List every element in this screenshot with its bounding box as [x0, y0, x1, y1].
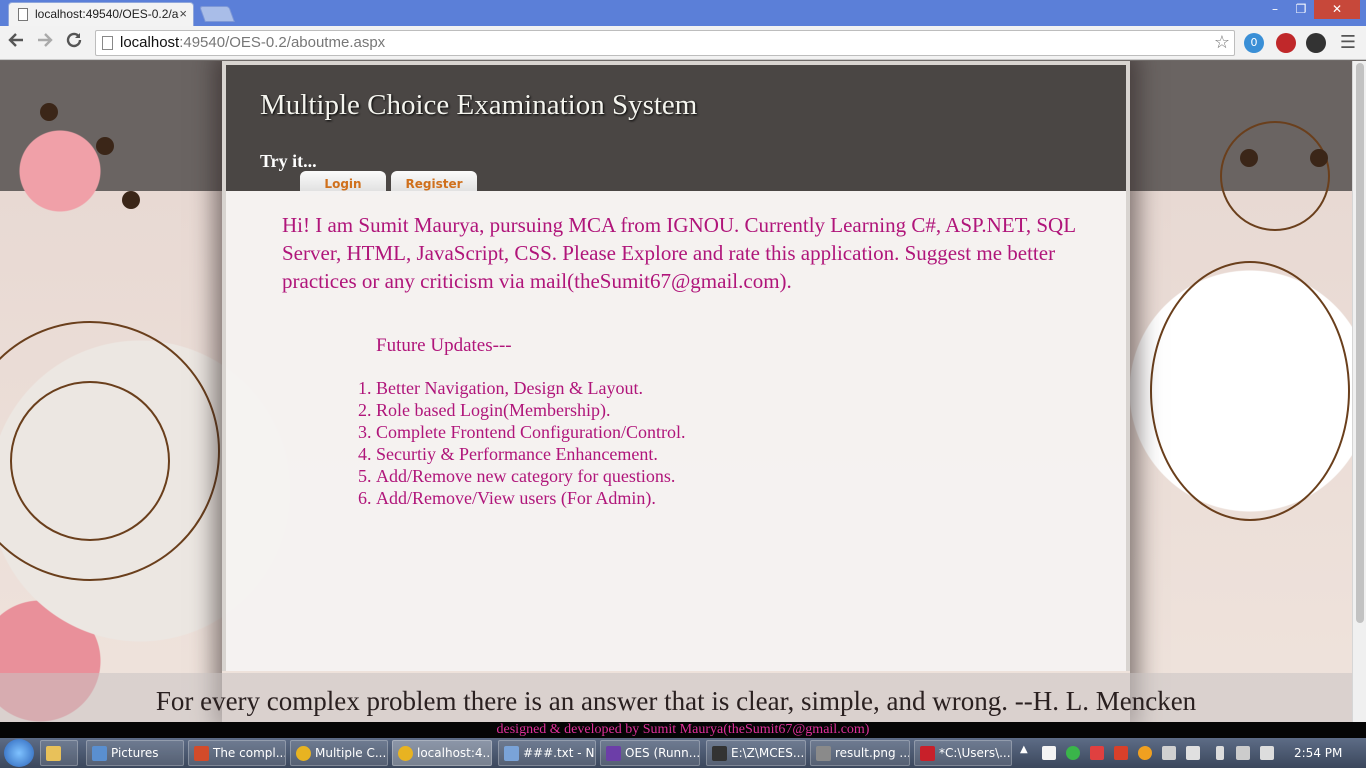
browser-tab-active[interactable]: localhost:49540/OES-0.2/a × — [8, 2, 194, 26]
image-viewer-icon — [816, 746, 831, 761]
minimize-button[interactable]: – — [1262, 0, 1288, 19]
taskbar-label: result.png ... — [835, 746, 910, 760]
page-viewport: Multiple Choice Examination System Try i… — [0, 61, 1352, 722]
intro-paragraph: Hi! I am Sumit Maurya, pursuing MCA from… — [282, 213, 1076, 293]
tray-app-icon[interactable] — [1162, 746, 1176, 760]
page-icon — [18, 8, 28, 21]
address-url: localhost:49540/OES-0.2/aboutme.aspx — [120, 34, 386, 51]
taskbar-label: E:\Z\MCES... — [731, 746, 805, 760]
folder-icon — [46, 746, 61, 761]
taskbar-item-chrome-2[interactable]: localhost:4... — [392, 740, 492, 766]
window-controls: – ❐ ✕ — [1262, 0, 1360, 20]
list-item: Add/Remove/View users (For Admin). — [376, 487, 685, 509]
tray-expand-icon[interactable]: ▲ — [1020, 744, 1028, 755]
new-tab-button[interactable] — [199, 6, 235, 22]
page-info-icon[interactable] — [102, 36, 113, 50]
site-title: Multiple Choice Examination System — [260, 89, 698, 121]
berry-decoration — [1240, 149, 1258, 167]
pictures-icon — [92, 746, 107, 761]
list-item: Better Navigation, Design & Layout. — [376, 377, 685, 399]
future-updates-list: Better Navigation, Design & Layout. Role… — [376, 377, 685, 509]
close-window-button[interactable]: ✕ — [1314, 0, 1360, 19]
tab-close-icon[interactable]: × — [179, 6, 187, 21]
main-container: Multiple Choice Examination System Try i… — [222, 61, 1130, 722]
terminal-icon — [712, 746, 727, 761]
page-footer: designed & developed by Sumit Maurya(the… — [0, 722, 1366, 738]
volume-icon[interactable] — [1260, 746, 1274, 760]
scrollbar-thumb[interactable] — [1356, 63, 1364, 623]
clock-extension-icon[interactable] — [1306, 33, 1326, 53]
tray-app-icon[interactable] — [1138, 746, 1152, 760]
tray-app-icon[interactable] — [1114, 746, 1128, 760]
floral-decoration — [1220, 121, 1330, 231]
taskbar-clock[interactable]: 2:54 PM — [1294, 746, 1342, 760]
browser-titlebar: localhost:49540/OES-0.2/a × – ❐ ✕ — [0, 0, 1366, 26]
taskbar-label: ###.txt - N... — [523, 746, 595, 760]
taskbar-item-cmd[interactable]: E:\Z\MCES... — [706, 740, 806, 766]
bookmark-star-icon[interactable]: ☆ — [1214, 32, 1230, 53]
site-tagline: Try it... — [260, 151, 317, 171]
taskbar-item-editor[interactable]: *C:\Users\... — [914, 740, 1012, 766]
windows-taskbar: Pictures The compl... Multiple C... loca… — [0, 738, 1366, 768]
quote-text: For every complex problem there is an an… — [155, 686, 1197, 716]
floral-decoration — [10, 381, 170, 541]
tab-title: localhost:49540/OES-0.2/a — [35, 7, 179, 21]
berry-decoration — [1310, 149, 1328, 167]
site-header: Multiple Choice Examination System Try i… — [222, 61, 1130, 195]
notepad-icon — [504, 746, 519, 761]
list-item: Add/Remove new category for questions. — [376, 465, 685, 487]
reload-icon[interactable] — [62, 31, 86, 55]
tray-app-icon[interactable] — [1066, 746, 1080, 760]
restore-button[interactable]: ❐ — [1288, 0, 1314, 19]
taskbar-label: localhost:4... — [417, 746, 492, 760]
taskbar-label: *C:\Users\... — [939, 746, 1011, 760]
forward-arrow-icon[interactable] — [33, 31, 57, 55]
battery-icon[interactable] — [1216, 746, 1224, 760]
list-item: Securtiy & Performance Enhancement. — [376, 443, 685, 465]
wifi-icon[interactable] — [1236, 746, 1250, 760]
pdf-icon — [194, 746, 209, 761]
taskbar-item-pictures[interactable]: Pictures — [86, 740, 184, 766]
berry-decoration — [122, 191, 140, 209]
network-icon[interactable] — [1186, 746, 1200, 760]
chrome-icon — [296, 746, 311, 761]
back-arrow-icon[interactable] — [4, 31, 28, 55]
taskbar-label: Pictures — [111, 746, 159, 760]
adblock-extension-icon[interactable] — [1276, 33, 1296, 53]
taskbar-label: The compl... — [213, 746, 286, 760]
start-button[interactable] — [4, 739, 34, 767]
berry-decoration — [96, 137, 114, 155]
list-item: Role based Login(Membership). — [376, 399, 685, 421]
extension-badge-icon[interactable]: 0 — [1244, 33, 1264, 53]
taskbar-item-pdf[interactable]: The compl... — [188, 740, 286, 766]
address-bar[interactable]: localhost:49540/OES-0.2/aboutme.aspx ☆ — [95, 30, 1235, 56]
chrome-icon — [398, 746, 413, 761]
taskbar-item-explorer[interactable] — [40, 740, 78, 766]
hamburger-menu-icon[interactable]: ☰ — [1336, 31, 1360, 55]
taskbar-item-notepad[interactable]: ###.txt - N... — [498, 740, 596, 766]
content-panel: Hi! I am Sumit Maurya, pursuing MCA from… — [222, 191, 1130, 671]
taskbar-item-image[interactable]: result.png ... — [810, 740, 910, 766]
floral-decoration — [1150, 261, 1350, 521]
editor-icon — [920, 746, 935, 761]
taskbar-item-chrome-1[interactable]: Multiple C... — [290, 740, 388, 766]
tray-app-icon[interactable] — [1090, 746, 1104, 760]
tray-app-icon[interactable] — [1042, 746, 1056, 760]
taskbar-label: OES (Runn... — [625, 746, 700, 760]
system-tray: ▲ — [1020, 738, 1290, 768]
visual-studio-icon — [606, 746, 621, 761]
list-item: Complete Frontend Configuration/Control. — [376, 421, 685, 443]
browser-toolbar: localhost:49540/OES-0.2/aboutme.aspx ☆ 0… — [0, 26, 1366, 60]
taskbar-label: Multiple C... — [315, 746, 387, 760]
page-scrollbar[interactable] — [1352, 61, 1366, 722]
future-updates-heading: Future Updates--- — [376, 335, 512, 356]
berry-decoration — [40, 103, 58, 121]
taskbar-item-visual-studio[interactable]: OES (Runn... — [600, 740, 700, 766]
